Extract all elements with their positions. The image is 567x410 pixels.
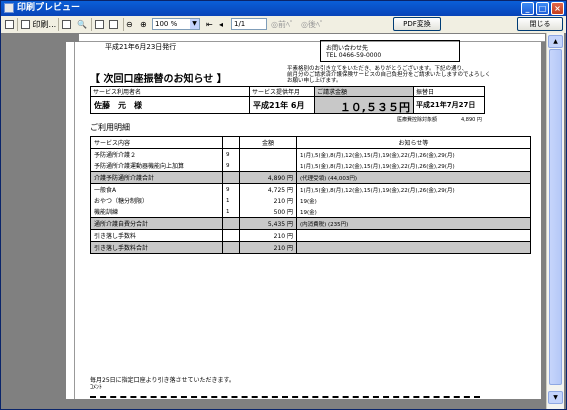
amount-label: ご請求金額 xyxy=(315,87,413,97)
footer-line-2: ｺﾒﾝﾄ xyxy=(90,384,103,391)
close-window-button[interactable]: × xyxy=(551,2,564,15)
period-box: サービス提供年月 平成21年 6月 xyxy=(249,86,315,114)
maximize-button[interactable]: □ xyxy=(536,2,549,15)
amount-value: １０,５３５円 xyxy=(339,101,410,114)
print-preview-window: 印刷プレビュー _ □ × 印刷... 🔍 ⊖ ⊕ 100 % ▼ ⇤ ◂ 1/1… xyxy=(0,0,567,410)
chevron-down-icon: ▼ xyxy=(190,19,199,29)
prev-label: 前ﾍﾟ xyxy=(277,20,294,29)
contact-tel: TEL 0466-59-0000 xyxy=(326,52,382,59)
app-icon xyxy=(4,3,14,13)
user-label: サービス利用者名 xyxy=(91,87,249,97)
print-label: 印刷... xyxy=(32,20,57,29)
user-box: サービス利用者名 佐藤 元 様 xyxy=(90,86,250,114)
table-row: 機能訓練 1 500 円 19(金) xyxy=(90,206,531,218)
single-page-icon[interactable] xyxy=(95,18,104,31)
notice-text: 平素格別のお引き立てをいただき、ありがとうございます。下記の通り、 前月分のご請… xyxy=(287,66,491,84)
table-row: 通所介護自費分合計 5,435 円 (内消費税) (235円) xyxy=(90,217,531,230)
page-number-field[interactable]: 1/1 xyxy=(231,18,267,30)
table-row: 一般食A 9 4,725 円 1(月),5(金),8(月),12(金),15(月),1… xyxy=(90,183,531,195)
issue-date: 平成21年6月23日発行 xyxy=(105,43,177,51)
printer-icon xyxy=(21,20,30,29)
period-label: サービス提供年月 xyxy=(250,87,314,97)
contact-label: お問い合わせ先 xyxy=(326,45,369,52)
next-button[interactable]: ◎後ﾍﾟ xyxy=(301,18,324,31)
amount-box: ご請求金額 １０,５３５円 xyxy=(314,86,414,114)
period-value: 平成21年 6月 xyxy=(253,101,305,110)
zoom-select[interactable]: 100 % ▼ xyxy=(152,18,200,30)
print-setup-icon[interactable] xyxy=(5,18,14,31)
zoom-out-icon[interactable]: ⊖ xyxy=(126,18,133,31)
copy-icon[interactable] xyxy=(62,18,71,31)
vertical-ruler xyxy=(66,42,75,399)
window-title: 印刷プレビュー xyxy=(17,3,81,13)
table-row: 引き落し手数料合計 210 円 xyxy=(90,241,531,254)
zoom-value: 100 % xyxy=(155,20,178,28)
page-number-value: 1/1 xyxy=(234,20,246,28)
debit-box: 振替日 平成21年7月27日 xyxy=(413,86,485,114)
document-page: 平成21年6月23日発行 お問い合わせ先 TEL 0466-59-0000 【 … xyxy=(75,40,541,399)
section-title: ご利用明細 xyxy=(90,123,130,132)
debit-value: 平成21年7月27日 xyxy=(416,101,476,109)
table-row: 予防通所介護運動器機能向上加算 9 1(月),5(金),8(月),12(金),15(… xyxy=(90,160,531,172)
pdf-convert-button[interactable]: PDF変換 xyxy=(393,17,441,31)
header-service: サービス内容 xyxy=(90,136,223,149)
perforation-line xyxy=(90,396,480,398)
scroll-down-icon[interactable]: ▼ xyxy=(548,391,563,404)
print-button[interactable]: 印刷... xyxy=(21,18,56,31)
table-row: 予防通所介護２ 9 1(月),5(金),8(月),12(金),15(月),19(金)… xyxy=(90,148,531,160)
scroll-up-icon[interactable]: ▲ xyxy=(548,35,563,48)
zoom-in-icon[interactable]: ⊕ xyxy=(140,18,147,31)
notice-line-3: お願い申し上げます。 xyxy=(287,78,342,84)
scroll-thumb[interactable] xyxy=(549,49,562,385)
find-icon[interactable]: 🔍 xyxy=(77,18,87,31)
header-amount: 金額 xyxy=(239,136,297,149)
medical-label: 医療費控除対象額 xyxy=(397,117,438,123)
multi-page-icon[interactable] xyxy=(109,18,118,31)
prev-page-icon[interactable]: ◂ xyxy=(219,18,223,31)
title-bar[interactable]: 印刷プレビュー _ □ × xyxy=(1,1,566,16)
horizontal-ruler xyxy=(79,34,545,42)
medical-value: 4,890 円 xyxy=(461,117,482,123)
contact-box: お問い合わせ先 TEL 0466-59-0000 xyxy=(320,40,460,62)
table-row: 介護予防通所介護合計 4,890 円 (代理受領) (44,003円) xyxy=(90,171,531,184)
minimize-button[interactable]: _ xyxy=(521,2,534,15)
detail-table: サービス内容 金額 お知らせ等 予防通所介護２ 9 1(月),5(金),8(月),1… xyxy=(90,136,531,254)
first-page-icon[interactable]: ⇤ xyxy=(206,18,213,31)
vertical-scrollbar[interactable]: ▲ ▼ xyxy=(546,33,564,409)
prev-button[interactable]: ◎前ﾍﾟ xyxy=(271,18,294,31)
next-label: 後ﾍﾟ xyxy=(307,20,324,29)
footer-text: 毎月25日に指定口座より引き落させていただきます。 ｺﾒﾝﾄ xyxy=(90,377,235,391)
user-name: 佐藤 元 様 xyxy=(94,101,142,110)
footer-line-1: 毎月25日に指定口座より引き落させていただきます。 xyxy=(90,377,235,384)
close-button[interactable]: 閉じる xyxy=(517,17,563,31)
header-notes: お知らせ等 xyxy=(296,136,531,149)
debit-label: 振替日 xyxy=(414,87,484,97)
doc-title: 【 次回口座振替のお知らせ 】 xyxy=(90,74,227,85)
table-row: おやつ（糖分制限） 1 210 円 19(金) xyxy=(90,195,531,206)
toolbar: 印刷... 🔍 ⊖ ⊕ 100 % ▼ ⇤ ◂ 1/1 ◎前ﾍﾟ ◎後ﾍﾟ PDF… xyxy=(1,16,566,34)
table-row: 引き落し手数料 210 円 xyxy=(90,229,531,242)
